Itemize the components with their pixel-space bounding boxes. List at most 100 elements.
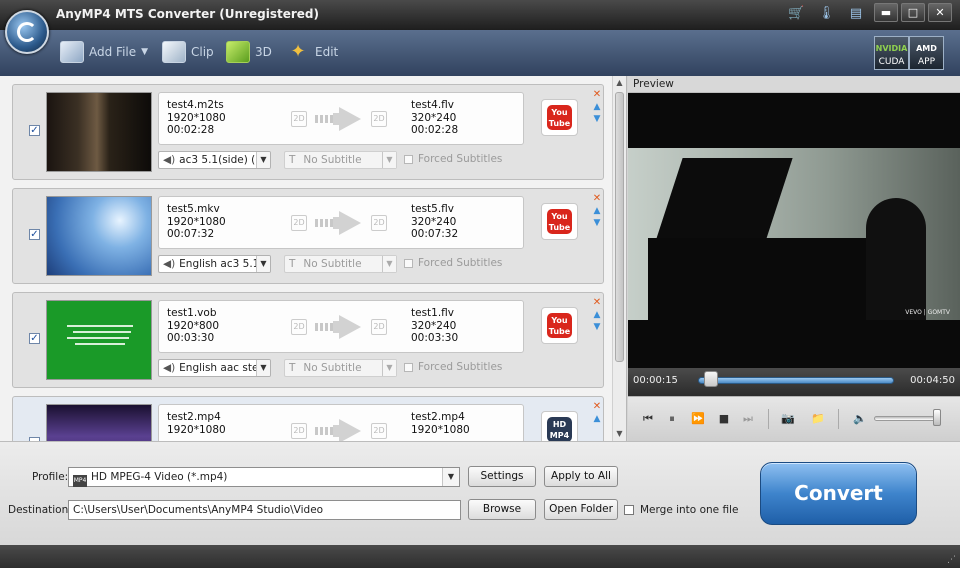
source-2d-badge[interactable]: 2D [291, 319, 307, 335]
audio-track-select[interactable]: ◀) English ac3 5.1 ▼ [158, 255, 271, 273]
move-up-icon[interactable]: ▲ [591, 309, 603, 321]
remove-icon[interactable]: ✕ [591, 401, 603, 413]
clip-button[interactable]: Clip [162, 41, 214, 63]
seek-handle[interactable] [703, 371, 718, 387]
video-watermark: VEVO | GOMTV [905, 309, 950, 316]
nvidia-logo: NVIDIA [875, 44, 908, 53]
subtitle-select[interactable]: T No Subtitle ▼ [284, 359, 397, 377]
profile-icon-button[interactable]: You Tube [541, 307, 578, 344]
scroll-down-icon[interactable]: ▼ [613, 427, 626, 441]
open-folder-button[interactable]: Open Folder [544, 499, 618, 520]
skip-back-icon[interactable]: ⏮ [640, 411, 656, 427]
source-2d-badge[interactable]: 2D [291, 423, 307, 439]
browse-button[interactable]: Browse [468, 499, 536, 520]
chevron-down-icon[interactable]: ▼ [256, 256, 270, 272]
magic-wand-icon: ✦ [290, 41, 306, 62]
apply-to-all-button[interactable]: Apply to All [544, 466, 618, 487]
volume-slider[interactable] [874, 416, 940, 421]
chevron-down-icon[interactable]: ▼ [382, 152, 396, 168]
close-button[interactable]: ✕ [928, 3, 952, 22]
fast-forward-icon[interactable]: ⏩ [690, 411, 706, 427]
snapshot-camera-icon[interactable]: 📷 [780, 411, 796, 427]
menu-icon[interactable]: ▤ [848, 6, 864, 22]
gpu-acceleration-badge[interactable]: NVIDIA CUDA AMD APP [874, 36, 944, 70]
profile-icon-button[interactable]: You Tube [541, 203, 578, 240]
scroll-up-icon[interactable]: ▲ [613, 76, 626, 90]
add-file-button[interactable]: Add File ▼ [60, 41, 148, 63]
file-list-scrollbar[interactable]: ▲ ▼ [612, 76, 626, 441]
file-item[interactable]: ✓ test1.vob 1920*800 00:03:30 2D 2D test… [12, 292, 604, 388]
pause-icon[interactable]: ⏸ [664, 411, 680, 427]
video-thumbnail[interactable] [46, 92, 152, 172]
merge-checkbox[interactable]: Merge into one file [624, 504, 738, 516]
destination-field[interactable]: C:\Users\User\Documents\AnyMP4 Studio\Vi… [68, 500, 461, 520]
audio-track-select[interactable]: ◀) English aac ste ▼ [158, 359, 271, 377]
volume-handle[interactable] [932, 409, 941, 426]
subtitle-select[interactable]: T No Subtitle ▼ [284, 255, 397, 273]
file-item[interactable]: ✓ test4.m2ts 1920*1080 00:02:28 2D 2D te… [12, 84, 604, 180]
move-down-icon[interactable]: ▼ [591, 321, 603, 333]
remove-icon[interactable]: ✕ [591, 89, 603, 101]
audio-track-select[interactable]: ◀) ac3 5.1(side) (▼ [158, 151, 271, 169]
maximize-button[interactable]: □ [901, 3, 925, 22]
video-thumbnail[interactable] [46, 196, 152, 276]
forced-subtitles-checkbox[interactable]: Forced Subtitles [404, 153, 502, 165]
skip-forward-icon[interactable]: ⏭ [740, 411, 756, 427]
source-resolution: 1920*1080 [167, 215, 226, 228]
source-2d-badge[interactable]: 2D [291, 215, 307, 231]
output-2d-badge[interactable]: 2D [371, 319, 387, 335]
video-thumbnail[interactable] [46, 300, 152, 380]
settings-button[interactable]: Settings [468, 466, 536, 487]
output-2d-badge[interactable]: 2D [371, 111, 387, 127]
output-filename: test5.flv [411, 203, 455, 215]
destination-label: Destination: [8, 504, 72, 516]
scrollbar-thumb[interactable] [615, 92, 624, 362]
output-2d-badge[interactable]: 2D [371, 423, 387, 439]
subtitle-select[interactable]: T No Subtitle ▼ [284, 151, 397, 169]
text-icon: T [289, 258, 296, 270]
move-up-icon[interactable]: ▲ [591, 101, 603, 113]
minimize-button[interactable]: ▬ [874, 3, 898, 22]
amd-app-badge: AMD APP [909, 36, 944, 70]
output-duration: 00:02:28 [411, 124, 459, 136]
source-2d-badge[interactable]: 2D [291, 111, 307, 127]
forced-subtitles-checkbox[interactable]: Forced Subtitles [404, 361, 502, 373]
thermometer-icon[interactable]: 🌡 [818, 6, 835, 22]
video-thumbnail[interactable] [46, 404, 152, 441]
chevron-down-icon[interactable]: ▼ [382, 360, 396, 376]
amd-logo: AMD [916, 44, 937, 53]
volume-icon[interactable]: 🔈 [852, 411, 868, 427]
seek-area: 00:00:15 00:04:50 [628, 368, 960, 396]
output-info: test5.flv 320*240 00:07:32 [411, 203, 458, 241]
convert-button[interactable]: Convert [760, 462, 917, 525]
file-checkbox[interactable]: ✓ [29, 125, 40, 136]
folder-icon[interactable]: 📁 [810, 411, 826, 427]
profile-icon-button[interactable]: You Tube [541, 99, 578, 136]
file-item[interactable]: test2.mp4 1920*1080 2D 2D test2.mp4 1920… [12, 396, 604, 441]
edit-button[interactable]: ✦ Edit [286, 41, 338, 63]
file-checkbox[interactable]: ✓ [29, 229, 40, 240]
chevron-down-icon[interactable]: ▼ [141, 47, 148, 57]
chevron-down-icon[interactable]: ▼ [256, 152, 270, 168]
seek-bar[interactable] [698, 377, 894, 384]
profile-icon-button[interactable]: HD MP4 [541, 411, 578, 441]
move-up-icon[interactable]: ▲ [591, 205, 603, 217]
chevron-down-icon[interactable]: ▼ [382, 256, 396, 272]
cart-icon[interactable]: 🛒 [788, 6, 804, 22]
remove-icon[interactable]: ✕ [591, 193, 603, 205]
stop-icon[interactable]: ■ [716, 411, 732, 427]
chevron-down-icon[interactable]: ▼ [256, 360, 270, 376]
remove-icon[interactable]: ✕ [591, 297, 603, 309]
3d-button[interactable]: 3D [226, 41, 272, 63]
resize-grip-icon[interactable]: ⋰ [947, 555, 956, 565]
move-up-icon[interactable]: ▲ [591, 413, 603, 425]
move-down-icon[interactable]: ▼ [591, 217, 603, 229]
file-item[interactable]: ✓ test5.mkv 1920*1080 00:07:32 2D 2D tes… [12, 188, 604, 284]
profile-select[interactable]: MP4 HD MPEG-4 Video (*.mp4) ▼ [68, 467, 460, 487]
chevron-down-icon[interactable]: ▼ [442, 468, 459, 486]
move-down-icon[interactable]: ▼ [591, 113, 603, 125]
forced-subtitles-checkbox[interactable]: Forced Subtitles [404, 257, 502, 269]
file-checkbox[interactable]: ✓ [29, 333, 40, 344]
output-2d-badge[interactable]: 2D [371, 215, 387, 231]
cube-3d-icon [226, 41, 250, 63]
